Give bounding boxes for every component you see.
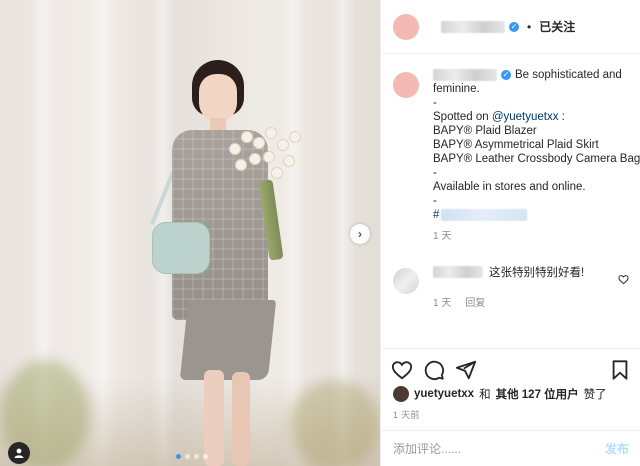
likes-summary: yuetyuetxx 和 其他 127 位用户 赞了 — [393, 386, 607, 402]
foreground-plant — [290, 380, 380, 466]
caption-line: Be sophisticated and — [515, 69, 622, 81]
caption-line: BAPY® Plaid Blazer — [433, 125, 537, 137]
likes-and: 和 — [479, 389, 491, 401]
caption-hashtags[interactable]: # — [433, 208, 633, 222]
author-username-redacted[interactable] — [441, 20, 505, 33]
model-leg — [232, 372, 250, 466]
comment-like-heart-icon[interactable] — [618, 274, 629, 285]
carousel-next-button[interactable]: › — [350, 224, 370, 244]
mention-link[interactable]: @yuetyuetxx — [492, 111, 559, 123]
like-heart-icon[interactable] — [391, 359, 413, 381]
share-send-icon[interactable] — [455, 359, 477, 381]
verified-badge-icon: ✓ — [509, 21, 519, 32]
caption-line: feminine. — [433, 83, 480, 95]
author-username-redacted[interactable] — [433, 69, 497, 81]
author-avatar[interactable] — [393, 72, 419, 98]
post-photo[interactable]: › — [0, 0, 380, 466]
verified-badge-icon: ✓ — [501, 70, 511, 80]
carousel-dot — [176, 454, 181, 459]
plaid-skirt — [179, 300, 277, 380]
caption-line: - — [433, 167, 437, 179]
commenter-username-redacted[interactable] — [433, 266, 483, 278]
caption-line: Available in stores and online. — [433, 181, 586, 193]
add-comment-input[interactable]: 添加评论...... — [393, 440, 461, 457]
liker-avatar[interactable] — [393, 386, 409, 402]
tagged-user-button[interactable] — [8, 442, 30, 464]
camera-bag — [152, 222, 210, 274]
likes-suffix: 赞了 — [583, 389, 607, 401]
caption-line: BAPY® Leather Crossbody Camera Bag — [433, 153, 640, 165]
carousel-dot — [203, 454, 208, 459]
carousel-dots — [176, 454, 208, 459]
author-avatar[interactable] — [393, 13, 419, 40]
likes-others-link[interactable]: 其他 127 位用户 — [496, 386, 579, 402]
post-caption: ✓ Be sophisticated and feminine. - Spott… — [393, 68, 640, 244]
post-comment-button[interactable]: 发布 — [605, 440, 629, 457]
commenter-avatar[interactable] — [393, 268, 419, 294]
bookmark-save-icon[interactable] — [609, 359, 631, 381]
model-leg — [204, 370, 224, 466]
follow-status-button[interactable]: 已关注 — [539, 18, 575, 35]
user-icon — [14, 448, 24, 458]
carousel-dot — [185, 454, 190, 459]
caption-text: : — [558, 111, 565, 123]
reply-button[interactable]: 回复 — [465, 294, 485, 309]
caption-line: - — [433, 195, 437, 207]
comment-text: 这张特别特别好看! — [489, 267, 585, 279]
header-separator: • — [527, 19, 532, 34]
carousel-dot — [194, 454, 199, 459]
comment-item: 这张特别特别好看! 1 天 回复 — [393, 264, 633, 309]
caption-line: - — [433, 97, 437, 109]
caption-line: Spotted on @yuetyuetxx : — [433, 110, 633, 124]
liker-username[interactable]: yuetyuetxx — [414, 388, 474, 400]
flower-bouquet — [224, 124, 304, 194]
post-header: ✓ • 已关注 — [381, 0, 640, 54]
hashtags-redacted — [441, 208, 528, 221]
hash-symbol: # — [433, 209, 440, 221]
caption-time[interactable]: 1 天 — [433, 230, 633, 244]
post-side-panel: ✓ • 已关注 ✓ Be sophisticated and feminine.… — [380, 0, 640, 466]
caption-text: Spotted on — [433, 111, 492, 123]
model-face — [199, 74, 237, 122]
comment-bubble-icon[interactable] — [423, 359, 445, 381]
comment-time[interactable]: 1 天 — [433, 294, 451, 309]
caption-line: BAPY® Asymmetrical Plaid Skirt — [433, 139, 599, 151]
post-timestamp[interactable]: 1 天前 — [393, 408, 420, 421]
add-comment-bar: 添加评论...... 发布 — [381, 430, 640, 466]
post-actions-bar — [381, 348, 640, 388]
